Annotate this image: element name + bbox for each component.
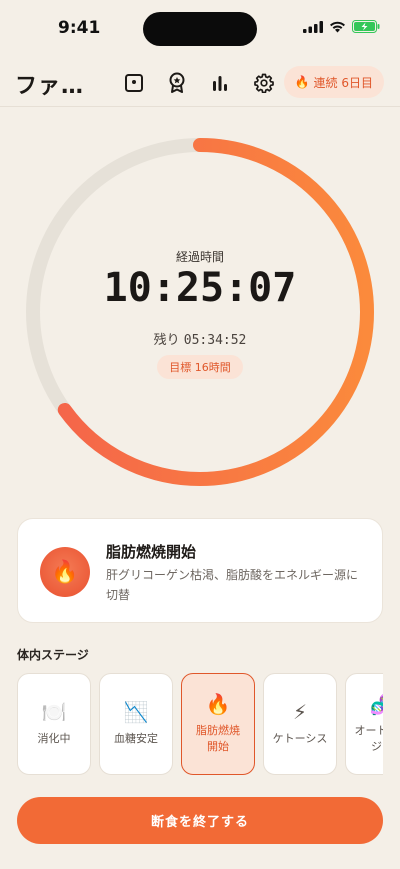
dynamic-island: [143, 12, 257, 46]
bar-chart-icon: [213, 76, 227, 91]
elapsed-label: 経過時間: [175, 250, 224, 264]
stage-tile[interactable]: 🔥 脂肪燃焼 開始: [181, 673, 255, 775]
remaining-prefix: 残り: [153, 333, 180, 348]
wifi-icon: [330, 21, 345, 32]
stage-tile[interactable]: ⚡ ケトーシス: [263, 673, 337, 775]
remaining-value: 05:34:52: [183, 333, 247, 348]
fire-icon: 🔥: [205, 692, 231, 716]
stage-tile-label: 血糖安定: [114, 732, 158, 745]
signal-icon: [303, 20, 323, 33]
stats-button[interactable]: [207, 70, 233, 96]
fire-icon: 🔥: [40, 547, 90, 597]
end-fast-button[interactable]: 断食を終了する: [17, 797, 383, 844]
stage-tile[interactable]: 🧬 オートファ ジー: [345, 673, 383, 775]
streak-badge[interactable]: 🔥 連続 6日目: [283, 66, 384, 98]
stage-tile-label: オートファ ジー: [354, 724, 384, 753]
battery-charging-icon: [352, 20, 380, 33]
fire-icon: 🔥: [294, 75, 310, 89]
stage-tile-label: 消化中: [37, 732, 71, 745]
stage-tile-label: ケトーシス: [272, 732, 328, 745]
app-header: ファ… 🔥 連続 6日目: [0, 62, 400, 106]
plate-icon: 🍽️: [41, 700, 67, 724]
stage-tile-label: 脂肪燃焼 開始: [196, 724, 240, 753]
fasting-progress-ring: [26, 138, 374, 486]
chart-down-icon: 📉: [123, 700, 149, 724]
stage-tile[interactable]: 🍽️ 消化中: [17, 673, 91, 775]
lightning-icon: ⚡: [292, 700, 308, 724]
dna-icon: 🧬: [369, 692, 383, 716]
status-icons: [303, 20, 380, 33]
header-divider: [0, 106, 400, 107]
stages-carousel[interactable]: 🍽️ 消化中 📉 血糖安定 🔥 脂肪燃焼 開始 ⚡ ケトーシス 🧬 オートファ ジー: [17, 673, 383, 777]
remaining-time: 残り 05:34:52: [0, 329, 400, 348]
streak-label: 連続 6日目: [313, 75, 373, 90]
elapsed-time: 10:25:07: [103, 265, 297, 311]
current-stage-title: 脂肪燃焼開始: [106, 543, 197, 561]
clock-box-icon: [125, 74, 143, 92]
timer-button[interactable]: [121, 70, 147, 96]
status-bar: 9:41: [0, 0, 400, 56]
goal-badge: 目標 16時間: [157, 355, 243, 379]
current-stage-card[interactable]: 🔥 脂肪燃焼開始 肝グリコーゲン枯渇、脂肪酸をエネルギー源に切替: [17, 518, 383, 623]
gear-icon: [254, 73, 274, 93]
stage-tile[interactable]: 📉 血糖安定: [99, 673, 173, 775]
achievements-button[interactable]: [164, 70, 190, 96]
badge-icon: [169, 72, 185, 93]
status-time: 9:41: [58, 18, 101, 38]
settings-button[interactable]: [251, 70, 277, 96]
app-title: ファ…: [15, 74, 85, 99]
stages-section-title: 体内ステージ: [17, 648, 89, 662]
current-stage-description: 肝グリコーゲン枯渇、脂肪酸をエネルギー源に切替: [106, 568, 359, 602]
